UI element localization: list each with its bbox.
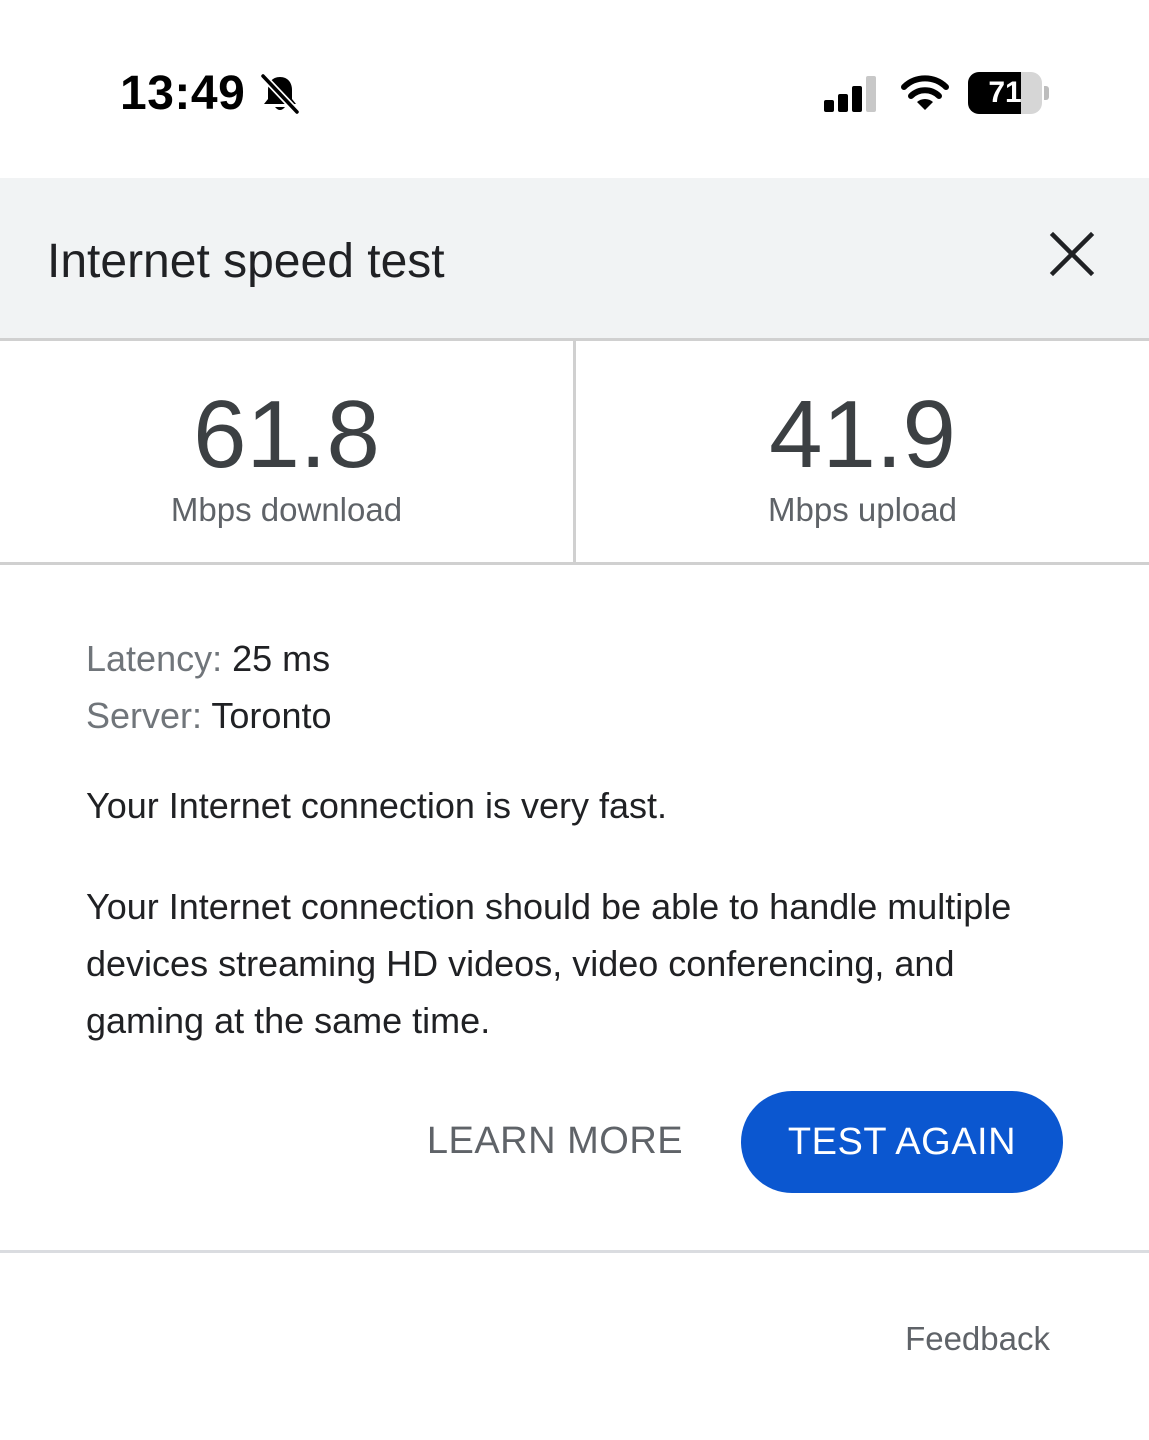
dialog-header: Internet speed test [0,178,1149,338]
download-speed-value: 61.8 [193,381,380,488]
speed-description: Your Internet connection should be able … [86,886,1012,1041]
status-time: 13:49 [120,67,246,120]
battery-level: 71 [988,76,1022,109]
learn-more-button[interactable]: LEARN MORE [410,1110,700,1172]
feedback-link[interactable]: Feedback [880,1318,1050,1360]
test-again-button[interactable]: TEST AGAIN [741,1091,1063,1193]
latency-row: Latency: 25 ms [86,630,1086,687]
divider [0,562,1149,565]
download-result: 61.8 Mbps download [0,341,573,562]
latency-value: 25 ms [232,638,331,679]
status-bar: 13:49 71 [0,0,1149,178]
upload-speed-label: Mbps upload [768,491,957,528]
upload-result: 41.9 Mbps upload [576,341,1149,562]
server-row: Server: Toronto [86,687,1086,744]
bell-slash-icon [258,72,302,121]
cellular-signal-icon [822,74,882,119]
page-title: Internet speed test [47,235,445,288]
battery-icon: 71 [968,72,1052,116]
server-label: Server: [86,695,203,736]
wifi-icon [899,72,951,119]
test-details: Latency: 25 ms Server: Toronto [86,630,1086,744]
latency-label: Latency: [86,638,223,679]
speed-summary: Your Internet connection is very fast. [86,785,667,826]
close-icon [1049,231,1095,277]
divider [0,1250,1149,1253]
speed-results: 61.8 Mbps download 41.9 Mbps upload [0,341,1149,562]
close-button[interactable] [1040,222,1104,286]
download-speed-label: Mbps download [170,491,403,528]
speed-test-page: 13:49 71 Internet speed test 61.8 Mbps d… [0,0,1149,1440]
server-value: Toronto [211,695,332,736]
upload-speed-value: 41.9 [769,381,956,488]
